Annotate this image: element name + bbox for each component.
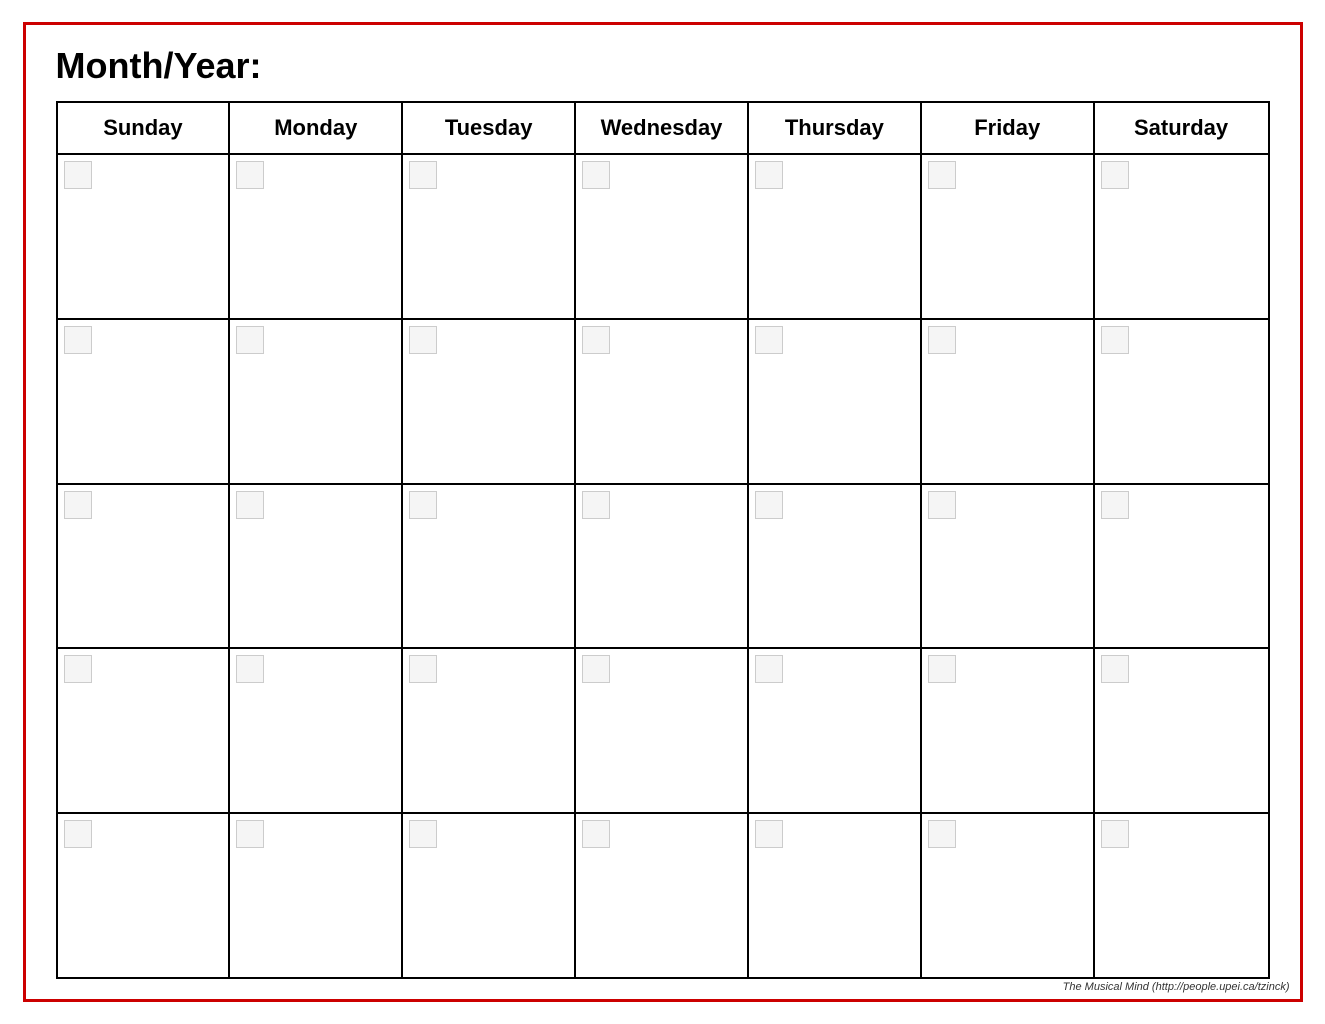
day-cell[interactable]: [403, 155, 576, 318]
day-cell[interactable]: [1095, 320, 1268, 483]
week-row-5: [58, 814, 1268, 977]
date-number-box: [236, 491, 264, 519]
date-number-box: [409, 491, 437, 519]
day-cell[interactable]: [403, 485, 576, 648]
date-number-box: [755, 326, 783, 354]
date-number-box: [64, 161, 92, 189]
day-cell[interactable]: [922, 155, 1095, 318]
date-number-box: [1101, 161, 1129, 189]
header-cell-saturday: Saturday: [1095, 103, 1268, 153]
date-number-box: [582, 326, 610, 354]
day-cell[interactable]: [230, 485, 403, 648]
day-cell[interactable]: [749, 485, 922, 648]
day-cell[interactable]: [230, 320, 403, 483]
day-cell[interactable]: [576, 155, 749, 318]
day-cell[interactable]: [1095, 814, 1268, 977]
date-number-box: [409, 326, 437, 354]
day-cell[interactable]: [58, 814, 231, 977]
date-number-box: [755, 655, 783, 683]
header-cell-friday: Friday: [922, 103, 1095, 153]
date-number-box: [582, 820, 610, 848]
day-cell[interactable]: [1095, 485, 1268, 648]
header-cell-monday: Monday: [230, 103, 403, 153]
day-cell[interactable]: [58, 320, 231, 483]
date-number-box: [236, 161, 264, 189]
date-number-box: [409, 820, 437, 848]
day-cell[interactable]: [58, 485, 231, 648]
date-number-box: [409, 161, 437, 189]
day-cell[interactable]: [922, 485, 1095, 648]
header-cell-wednesday: Wednesday: [576, 103, 749, 153]
day-cell[interactable]: [403, 649, 576, 812]
date-number-box: [64, 491, 92, 519]
date-number-box: [928, 326, 956, 354]
date-number-box: [1101, 326, 1129, 354]
week-row-4: [58, 649, 1268, 814]
date-number-box: [928, 820, 956, 848]
date-number-box: [64, 820, 92, 848]
day-cell[interactable]: [749, 814, 922, 977]
footer-credit: The Musical Mind (http://people.upei.ca/…: [1063, 981, 1290, 993]
date-number-box: [928, 655, 956, 683]
header-cell-tuesday: Tuesday: [403, 103, 576, 153]
date-number-box: [1101, 820, 1129, 848]
date-number-box: [755, 820, 783, 848]
header-cell-sunday: Sunday: [58, 103, 231, 153]
day-cell[interactable]: [749, 320, 922, 483]
date-number-box: [928, 491, 956, 519]
calendar-grid: SundayMondayTuesdayWednesdayThursdayFrid…: [56, 101, 1270, 979]
weeks-container: [58, 155, 1268, 977]
day-cell[interactable]: [1095, 649, 1268, 812]
day-cell[interactable]: [749, 649, 922, 812]
date-number-box: [755, 161, 783, 189]
day-cell[interactable]: [58, 155, 231, 318]
day-cell[interactable]: [922, 320, 1095, 483]
date-number-box: [64, 655, 92, 683]
date-number-box: [582, 655, 610, 683]
day-cell[interactable]: [576, 485, 749, 648]
day-cell[interactable]: [403, 814, 576, 977]
date-number-box: [1101, 491, 1129, 519]
date-number-box: [64, 326, 92, 354]
date-number-box: [582, 161, 610, 189]
week-row-1: [58, 155, 1268, 320]
month-year-label[interactable]: Month/Year:: [56, 45, 1270, 87]
date-number-box: [755, 491, 783, 519]
date-number-box: [1101, 655, 1129, 683]
calendar-header-row: SundayMondayTuesdayWednesdayThursdayFrid…: [58, 103, 1268, 155]
day-cell[interactable]: [576, 320, 749, 483]
date-number-box: [236, 655, 264, 683]
day-cell[interactable]: [922, 649, 1095, 812]
date-number-box: [409, 655, 437, 683]
day-cell[interactable]: [576, 649, 749, 812]
date-number-box: [928, 161, 956, 189]
day-cell[interactable]: [230, 649, 403, 812]
day-cell[interactable]: [58, 649, 231, 812]
day-cell[interactable]: [230, 155, 403, 318]
day-cell[interactable]: [576, 814, 749, 977]
date-number-box: [582, 491, 610, 519]
week-row-2: [58, 320, 1268, 485]
date-number-box: [236, 820, 264, 848]
date-number-box: [236, 326, 264, 354]
day-cell[interactable]: [1095, 155, 1268, 318]
day-cell[interactable]: [922, 814, 1095, 977]
header-cell-thursday: Thursday: [749, 103, 922, 153]
week-row-3: [58, 485, 1268, 650]
page: Month/Year: SundayMondayTuesdayWednesday…: [23, 22, 1303, 1002]
day-cell[interactable]: [403, 320, 576, 483]
day-cell[interactable]: [749, 155, 922, 318]
day-cell[interactable]: [230, 814, 403, 977]
